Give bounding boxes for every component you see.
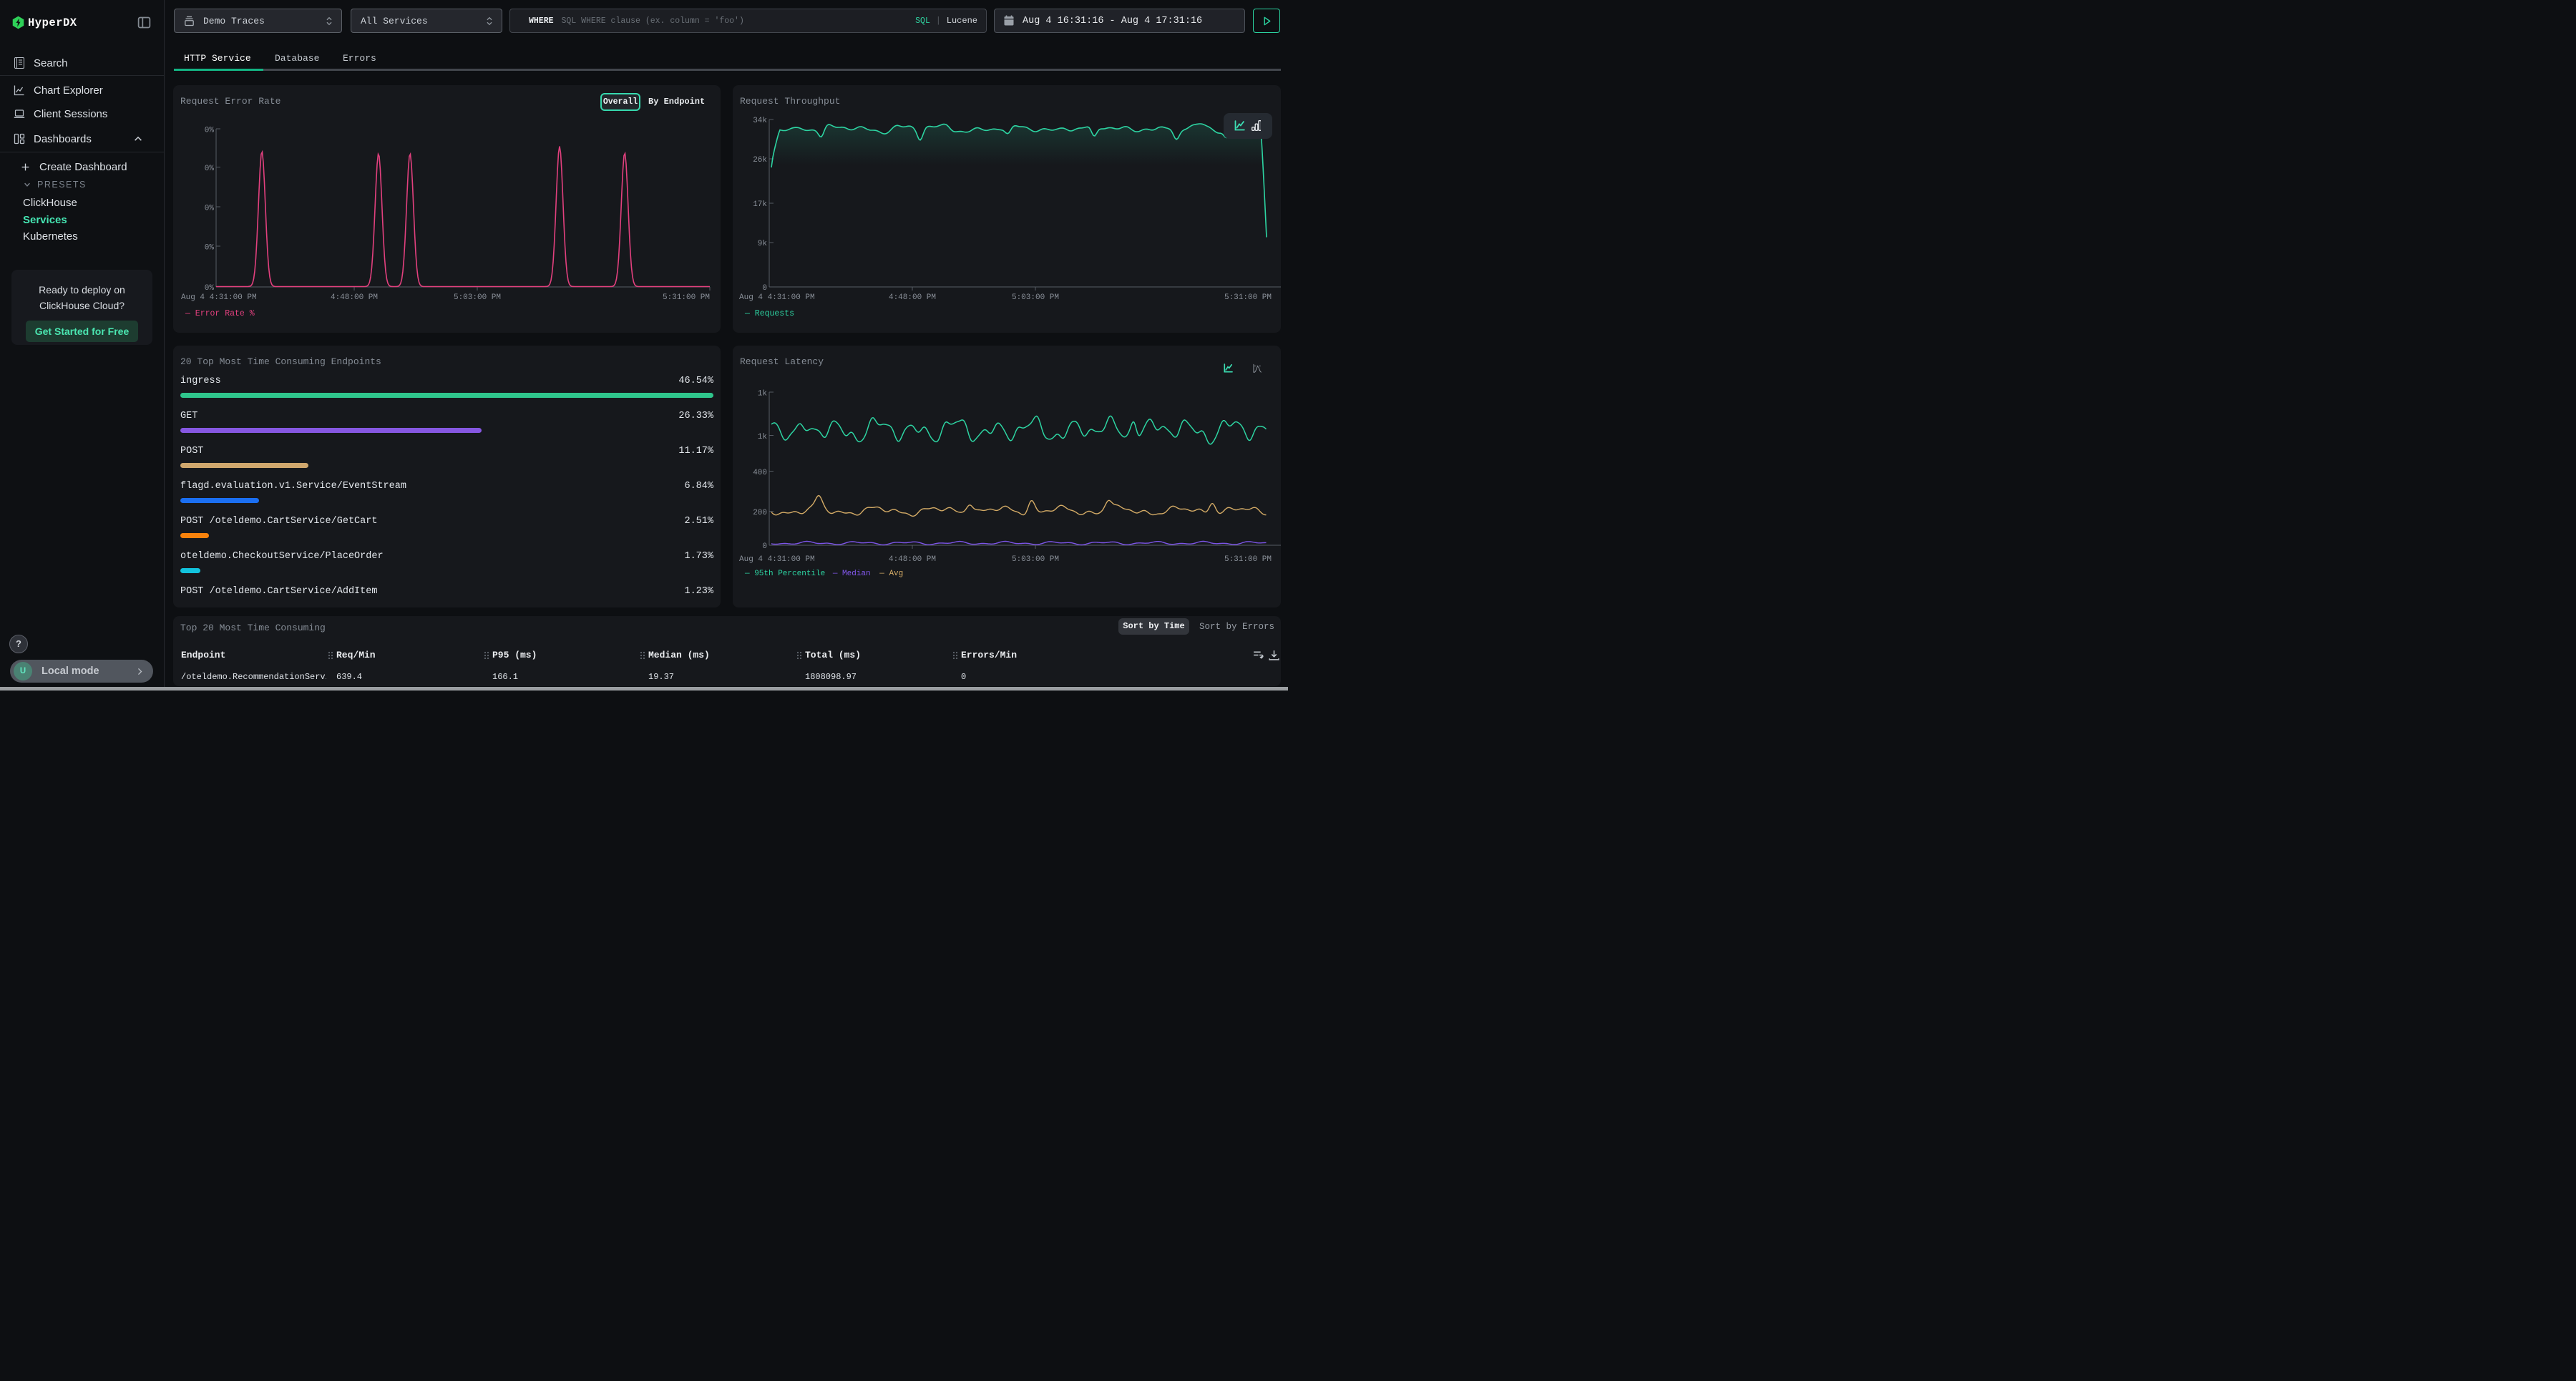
svg-text:400: 400 [753,469,767,477]
svg-text:17k: 17k [753,200,767,209]
svg-text:0: 0 [762,542,767,551]
svg-text:5:03:00 PM: 5:03:00 PM [1012,555,1059,564]
svg-text:26k: 26k [753,156,767,165]
svg-text:5:31:00 PM: 5:31:00 PM [663,293,710,302]
svg-text:0%: 0% [205,165,215,173]
svg-text:Aug 4 4:31:00 PM: Aug 4 4:31:00 PM [181,293,257,302]
svg-text:5:03:00 PM: 5:03:00 PM [454,293,501,302]
svg-text:200: 200 [753,509,767,517]
svg-text:5:31:00 PM: 5:31:00 PM [1224,293,1272,302]
svg-text:1k: 1k [758,390,768,399]
svg-text:Aug 4 4:31:00 PM: Aug 4 4:31:00 PM [739,555,815,564]
svg-text:0%: 0% [205,127,215,135]
svg-text:1k: 1k [758,433,768,441]
svg-text:Aug 4 4:31:00 PM: Aug 4 4:31:00 PM [739,293,815,302]
svg-text:4:48:00 PM: 4:48:00 PM [889,293,936,302]
svg-text:5:31:00 PM: 5:31:00 PM [1224,555,1272,564]
svg-text:0%: 0% [205,244,215,253]
svg-text:34k: 34k [753,117,767,125]
svg-text:0: 0 [762,284,767,293]
svg-text:5:03:00 PM: 5:03:00 PM [1012,293,1059,302]
svg-text:4:48:00 PM: 4:48:00 PM [331,293,378,302]
svg-text:0%: 0% [205,205,215,213]
svg-text:4:48:00 PM: 4:48:00 PM [889,555,936,564]
svg-text:0%: 0% [205,284,215,293]
svg-text:9k: 9k [758,240,768,248]
